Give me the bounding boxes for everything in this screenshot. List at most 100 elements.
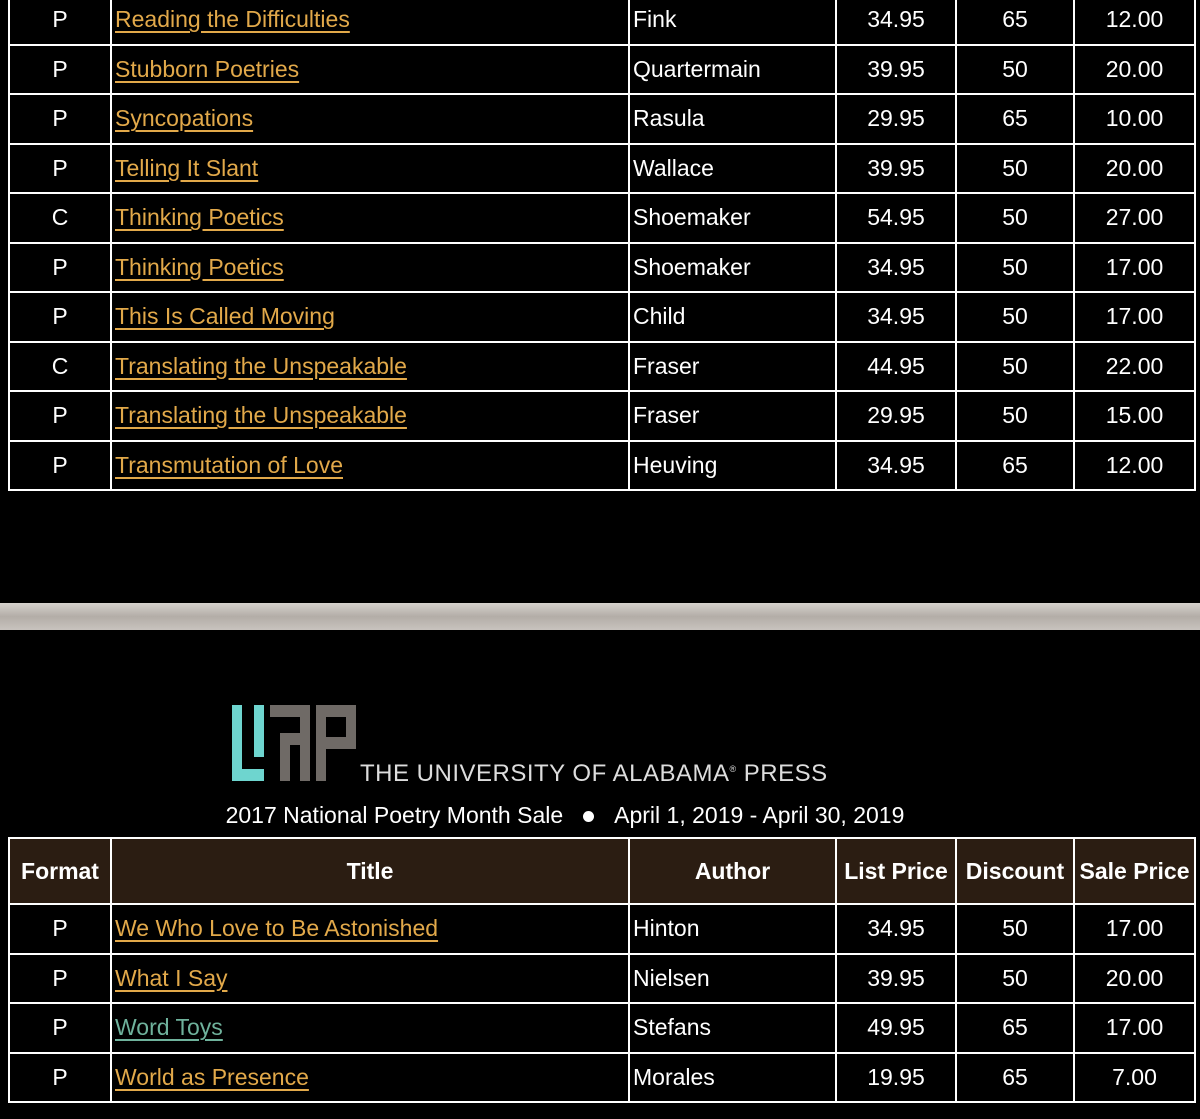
title-cell: Reading the Difficulties <box>110 0 630 46</box>
header-title: Title <box>110 837 630 905</box>
title-cell: This Is Called Moving <box>110 291 630 343</box>
table-row: C Translating the Unspeakable Fraser 44.95 5… <box>8 340 1196 392</box>
format-cell: P <box>8 0 112 46</box>
discount-cell: 50 <box>955 192 1075 244</box>
list-price-cell: 29.95 <box>835 93 957 145</box>
discount-cell: 65 <box>955 1002 1075 1054</box>
title-link[interactable]: Reading the Difficulties <box>115 6 350 32</box>
format-cell: P <box>8 291 112 343</box>
table-row: P Word Toys Stefans 49.95 65 17.00 <box>8 1002 1196 1054</box>
sale-price-cell: 10.00 <box>1073 93 1196 145</box>
table-row: P Stubborn Poetries Quartermain 39.95 50 20.0… <box>8 43 1196 95</box>
format-cell: P <box>8 903 112 955</box>
sale-subtitle: 2017 National Poetry Month Sale April 1, … <box>0 802 1130 829</box>
title-link[interactable]: Word Toys <box>115 1014 223 1040</box>
format-cell: P <box>8 1051 112 1103</box>
title-cell: Translating the Unspeakable <box>110 340 630 392</box>
title-link[interactable]: Translating the Unspeakable <box>115 402 407 428</box>
title-cell: Translating the Unspeakable <box>110 390 630 442</box>
title-link[interactable]: Translating the Unspeakable <box>115 353 407 379</box>
discount-cell: 50 <box>955 43 1075 95</box>
title-link[interactable]: Telling It Slant <box>115 155 258 181</box>
list-price-cell: 39.95 <box>835 43 957 95</box>
bullet-icon <box>583 811 595 823</box>
author-cell: Rasula <box>628 93 837 145</box>
list-price-cell: 19.95 <box>835 1051 957 1103</box>
sale-price-cell: 12.00 <box>1073 0 1196 46</box>
list-price-cell: 49.95 <box>835 1002 957 1054</box>
sale-price-cell: 20.00 <box>1073 142 1196 194</box>
list-price-cell: 34.95 <box>835 903 957 955</box>
format-cell: C <box>8 192 112 244</box>
header-format: Format <box>8 837 112 905</box>
discount-cell: 50 <box>955 903 1075 955</box>
table-row: P Thinking Poetics Shoemaker 34.95 50 17.00 <box>8 241 1196 293</box>
discount-cell: 65 <box>955 93 1075 145</box>
title-link[interactable]: This Is Called Moving <box>115 303 335 329</box>
table-header-row: Format Title Author List Price Discount … <box>8 837 1196 905</box>
table-row: P Translating the Unspeakable Fraser 29.95 5… <box>8 390 1196 442</box>
format-cell: P <box>8 439 112 491</box>
table-row: P Reading the Difficulties Fink 34.95 65 12.0… <box>8 0 1196 46</box>
list-price-cell: 39.95 <box>835 142 957 194</box>
registered-mark: ® <box>729 764 737 774</box>
title-link[interactable]: Transmutation of Love <box>115 452 343 478</box>
price-table-bottom: Format Title Author List Price Discount … <box>8 837 1196 1103</box>
format-cell: P <box>8 390 112 442</box>
list-price-cell: 34.95 <box>835 439 957 491</box>
press-name-text: THE UNIVERSITY OF ALABAMA <box>360 760 730 787</box>
format-cell: P <box>8 142 112 194</box>
sale-price-cell: 17.00 <box>1073 291 1196 343</box>
sale-price-cell: 22.00 <box>1073 340 1196 392</box>
discount-cell: 65 <box>955 1051 1075 1103</box>
title-cell: World as Presence <box>110 1051 630 1103</box>
format-cell: P <box>8 952 112 1004</box>
title-link[interactable]: Thinking Poetics <box>115 254 284 280</box>
sale-name: 2017 National Poetry Month Sale <box>225 802 564 828</box>
header-author: Author <box>628 837 837 905</box>
list-price-cell: 29.95 <box>835 390 957 442</box>
page-divider <box>0 603 1200 630</box>
title-cell: What I Say <box>110 952 630 1004</box>
title-link[interactable]: World as Presence <box>115 1064 309 1090</box>
title-cell: Thinking Poetics <box>110 192 630 244</box>
press-name: THE UNIVERSITY OF ALABAMA® PRESS <box>360 760 828 788</box>
list-price-cell: 34.95 <box>835 241 957 293</box>
sale-price-cell: 17.00 <box>1073 241 1196 293</box>
author-cell: Nielsen <box>628 952 837 1004</box>
sale-dates: April 1, 2019 - April 30, 2019 <box>614 802 905 828</box>
sale-price-cell: 12.00 <box>1073 439 1196 491</box>
discount-cell: 50 <box>955 142 1075 194</box>
format-cell: P <box>8 43 112 95</box>
table-row: P We Who Love to Be Astonished Hinton 34.95… <box>8 903 1196 955</box>
sale-price-cell: 20.00 <box>1073 952 1196 1004</box>
sale-price-cell: 7.00 <box>1073 1051 1196 1103</box>
sale-price-cell: 17.00 <box>1073 903 1196 955</box>
title-cell: We Who Love to Be Astonished <box>110 903 630 955</box>
title-link[interactable]: Stubborn Poetries <box>115 56 299 82</box>
author-cell: Wallace <box>628 142 837 194</box>
sale-price-cell: 27.00 <box>1073 192 1196 244</box>
price-table-top: P Reading the Difficulties Fink 34.95 65 12.0… <box>8 0 1196 491</box>
author-cell: Fraser <box>628 340 837 392</box>
title-link[interactable]: Syncopations <box>115 105 253 131</box>
title-link[interactable]: We Who Love to Be Astonished <box>115 915 438 941</box>
sale-price-cell: 17.00 <box>1073 1002 1196 1054</box>
list-price-cell: 44.95 <box>835 340 957 392</box>
title-cell: Telling It Slant <box>110 142 630 194</box>
author-cell: Stefans <box>628 1002 837 1054</box>
discount-cell: 50 <box>955 291 1075 343</box>
header-discount: Discount <box>955 837 1075 905</box>
table-row: P This Is Called Moving Child 34.95 50 17.00 <box>8 291 1196 343</box>
table-row: P Transmutation of Love Heuving 34.95 65 12.0… <box>8 439 1196 491</box>
table-row: P World as Presence Morales 19.95 65 7.00 <box>8 1051 1196 1103</box>
list-price-cell: 39.95 <box>835 952 957 1004</box>
header-list-price: List Price <box>835 837 957 905</box>
title-link[interactable]: Thinking Poetics <box>115 204 284 230</box>
title-cell: Transmutation of Love <box>110 439 630 491</box>
title-cell: Stubborn Poetries <box>110 43 630 95</box>
discount-cell: 65 <box>955 0 1075 46</box>
title-cell: Thinking Poetics <box>110 241 630 293</box>
list-price-cell: 34.95 <box>835 0 957 46</box>
title-link[interactable]: What I Say <box>115 965 227 991</box>
